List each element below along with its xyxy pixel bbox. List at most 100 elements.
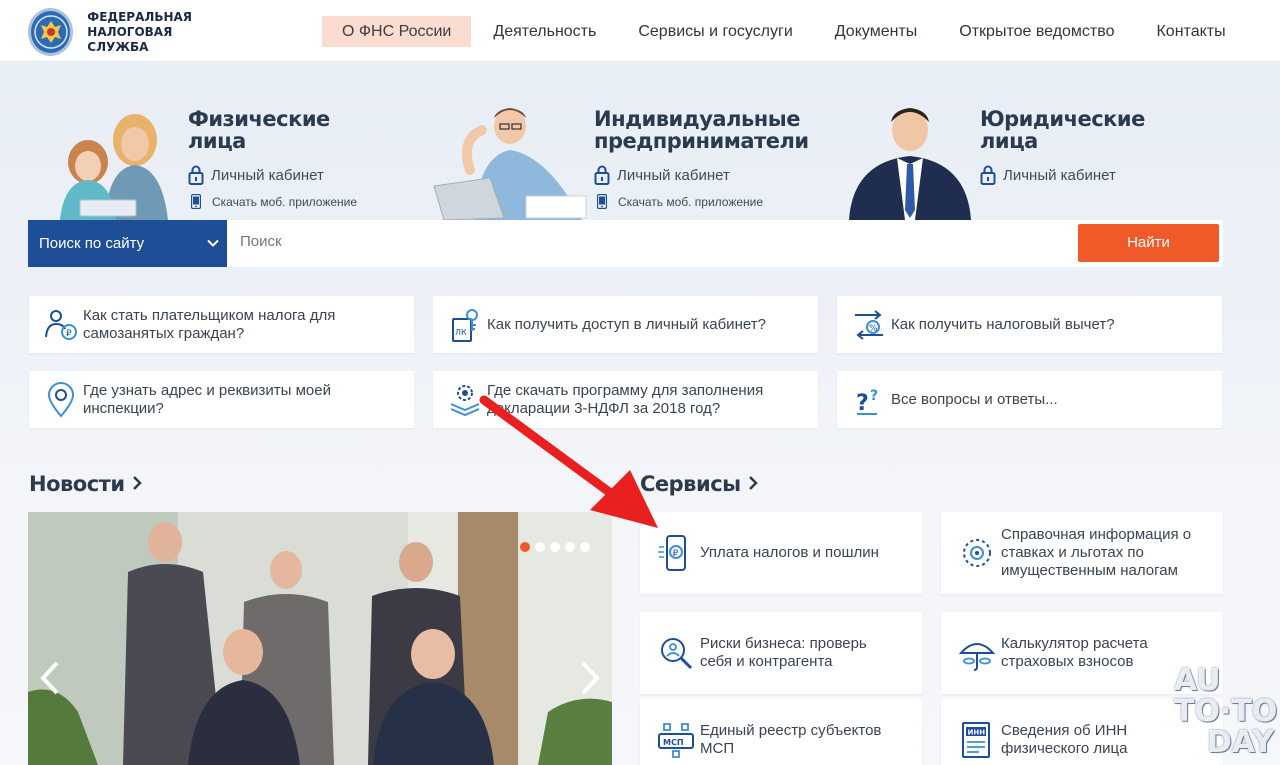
- personal-account-icon: ЛК: [452, 308, 478, 342]
- main-nav: О ФНС России Деятельность Сервисы и госу…: [322, 16, 1248, 47]
- service-business-risks[interactable]: Риски бизнеса: проверь себя и контрагент…: [640, 612, 922, 694]
- app-label: Скачать моб. приложение: [212, 194, 358, 209]
- msp-registry-icon: МСП: [658, 723, 694, 758]
- individuals-app-link[interactable]: Скачать моб. приложение: [188, 194, 357, 209]
- group-title-legal[interactable]: Юридические: [980, 108, 1145, 130]
- service-line: имущественным налогам: [1001, 562, 1178, 579]
- nav-open-agency[interactable]: Открытое ведомство: [939, 16, 1134, 47]
- carousel-dot-5[interactable]: [580, 542, 590, 552]
- svg-text:₽: ₽: [673, 549, 679, 559]
- service-property-tax-info[interactable]: Справочная информация о ставках и льгота…: [941, 512, 1223, 594]
- service-line: Справочная информация о: [1001, 526, 1192, 543]
- carousel-prev-icon[interactable]: [38, 660, 62, 696]
- group-title-legal-2[interactable]: лица: [980, 130, 1145, 152]
- news-carousel[interactable]: [28, 512, 612, 765]
- group-title-entrepreneurs-2[interactable]: предприниматели: [594, 130, 809, 152]
- faq-card-all-questions[interactable]: ? ? Все вопросы и ответы...: [837, 371, 1222, 428]
- carousel-dot-3[interactable]: [550, 542, 560, 552]
- logo-line2: НАЛОГОВАЯ СЛУЖБА: [87, 24, 173, 54]
- carousel-next-icon[interactable]: [578, 660, 602, 696]
- search-scope-select[interactable]: Поиск по сайту: [28, 220, 227, 267]
- faq-line: Как получить доступ в личный кабинет?: [487, 315, 766, 333]
- service-tax-payment[interactable]: ₽ Уплата налогов и пошлин: [640, 512, 922, 594]
- annotation-arrow-icon: [479, 395, 658, 528]
- nav-services[interactable]: Сервисы и госуслуги: [618, 16, 812, 47]
- eagle-emblem-icon: [28, 8, 74, 56]
- carousel-dot-4[interactable]: [565, 542, 575, 552]
- search-bar: Поиск по сайту Найти: [28, 220, 1223, 267]
- lock-icon: [594, 165, 610, 185]
- news-heading[interactable]: Новости: [29, 472, 143, 496]
- service-line: МСП: [700, 740, 735, 757]
- faq-line: Все вопросы и ответы...: [891, 390, 1058, 408]
- svg-text:?: ?: [870, 388, 878, 404]
- svg-text:?: ?: [856, 391, 869, 416]
- search-scope-label: Поиск по сайту: [39, 235, 145, 252]
- svg-text:₽: ₽: [66, 329, 72, 339]
- service-line: Сведения об ИНН: [1001, 722, 1128, 739]
- nav-contacts[interactable]: Контакты: [1136, 16, 1245, 47]
- chevron-right-icon: [133, 476, 143, 490]
- cabinet-label: Личный кабинет: [211, 166, 324, 184]
- faq-card-deduction[interactable]: % Как получить налоговый вычет?: [837, 296, 1222, 353]
- service-line: себя и контрагента: [700, 653, 833, 670]
- group-title-individuals-2[interactable]: лица: [188, 130, 330, 152]
- group-title-individuals[interactable]: Физические: [188, 108, 330, 130]
- watermark-line3: DAY: [1207, 725, 1274, 760]
- businessman-photo: [849, 108, 971, 220]
- faq-card-self-employed[interactable]: ₽ Как стать плательщиком налога для само…: [29, 296, 414, 353]
- service-line: Уплата налогов и пошлин: [700, 544, 879, 561]
- tax-deduction-icon: %: [855, 309, 883, 340]
- news-title: Новости: [29, 472, 125, 496]
- nav-activity[interactable]: Деятельность: [473, 16, 616, 47]
- cabinet-label: Личный кабинет: [1003, 166, 1116, 184]
- search-input[interactable]: [240, 233, 1070, 250]
- cabinet-label: Личный кабинет: [617, 166, 730, 184]
- faq-line: самозанятых граждан?: [83, 324, 245, 342]
- calculator-icon: [958, 643, 996, 671]
- carousel-dot-1[interactable]: [520, 542, 530, 552]
- questions-icon: ? ?: [856, 388, 878, 416]
- svg-text:ИНН: ИНН: [968, 729, 986, 737]
- faq-line: Где узнать адрес и реквизиты моей: [83, 381, 331, 399]
- business-risk-icon: [661, 638, 693, 670]
- app-label: Скачать моб. приложение: [618, 194, 764, 209]
- service-line: Единый реестр субъектов: [700, 722, 882, 739]
- service-msp-registry[interactable]: МСП Единый реестр субъектов МСП: [640, 699, 922, 765]
- carousel-dot-2[interactable]: [535, 542, 545, 552]
- inn-document-icon: ИНН: [962, 722, 990, 758]
- phone-icon: [597, 194, 607, 209]
- legal-cabinet-link[interactable]: Личный кабинет: [980, 165, 1116, 185]
- faq-line: Как получить налоговый вычет?: [891, 315, 1115, 333]
- lock-icon: [188, 165, 204, 185]
- svg-text:ЛК: ЛК: [455, 328, 467, 337]
- individuals-cabinet-link[interactable]: Личный кабинет: [188, 165, 324, 185]
- watermark-line1: AU: [1174, 663, 1221, 698]
- service-line: ставках и льготах по: [1001, 544, 1144, 561]
- lock-icon: [980, 165, 996, 185]
- chevron-down-icon: [207, 239, 219, 247]
- family-photo: [60, 114, 168, 220]
- entrepreneurs-app-link[interactable]: Скачать моб. приложение: [594, 194, 763, 209]
- service-line: Риски бизнеса: проверь: [700, 635, 867, 652]
- self-employed-icon: ₽: [45, 309, 77, 340]
- svg-text:МСП: МСП: [663, 738, 684, 747]
- location-icon: [47, 381, 75, 418]
- watermark-line2: TO·TO: [1174, 694, 1278, 729]
- search-button[interactable]: Найти: [1078, 224, 1219, 262]
- chevron-right-icon: [749, 476, 759, 490]
- entrepreneur-photo: [433, 108, 587, 220]
- logo-line1: ФЕДЕРАЛЬНАЯ: [87, 9, 193, 24]
- reference-info-icon: [963, 539, 991, 567]
- faq-card-account-access[interactable]: ЛК Как получить доступ в личный кабинет?: [433, 296, 818, 353]
- group-title-entrepreneurs[interactable]: Индивидуальные: [594, 108, 809, 130]
- svg-text:%: %: [869, 324, 878, 334]
- service-line: страховых взносов: [1001, 653, 1134, 670]
- nav-documents[interactable]: Документы: [815, 16, 937, 47]
- phone-icon: [191, 194, 201, 209]
- faq-card-inspection-address[interactable]: Где узнать адрес и реквизиты моей инспек…: [29, 371, 414, 428]
- fns-logo[interactable]: ФЕДЕРАЛЬНАЯ НАЛОГОВАЯ СЛУЖБА: [28, 8, 228, 56]
- site-header: ФЕДЕРАЛЬНАЯ НАЛОГОВАЯ СЛУЖБА О ФНС Росси…: [0, 0, 1280, 62]
- entrepreneurs-cabinet-link[interactable]: Личный кабинет: [594, 165, 730, 185]
- nav-about[interactable]: О ФНС России: [322, 16, 472, 47]
